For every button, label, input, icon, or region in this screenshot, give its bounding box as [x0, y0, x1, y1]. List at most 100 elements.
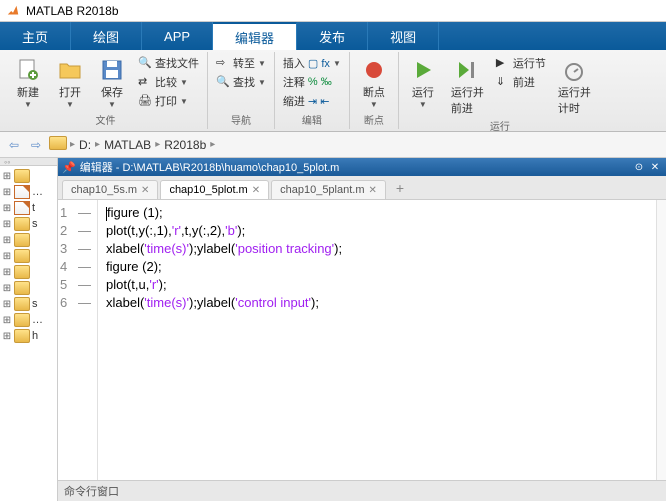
tree-node[interactable]: ⊞ [2, 232, 55, 248]
line-gutter: 1— 2— 3— 4— 5— 6— [58, 200, 98, 480]
print-button[interactable]: 🖨打印▼ [134, 92, 203, 110]
tree-node[interactable]: ⊞s [2, 296, 55, 312]
editor-panel: 📌 编辑器 - D:\MATLAB\R2018b\huamo\chap10_5p… [58, 158, 666, 501]
run-time-icon [560, 56, 588, 84]
print-icon: 🖨 [138, 94, 152, 108]
folder-icon [14, 265, 30, 279]
advance-icon: ⇓ [496, 75, 510, 89]
tree-node[interactable]: ⊞… [2, 312, 55, 328]
toolstrip: 新建▼ 打开▼ 保存▼ 🔍查找文件 ⇄比较▼ 🖨打印▼ 文件 ⇨转至▼ 🔍查找▼… [0, 50, 666, 132]
folder-icon [14, 217, 30, 231]
tree-node[interactable]: ⊞ [2, 264, 55, 280]
file-icon [14, 185, 30, 199]
tree-node[interactable]: ⊞ [2, 248, 55, 264]
folder-icon [14, 169, 30, 183]
compare-button[interactable]: ⇄比较▼ [134, 73, 203, 91]
nav-up-button[interactable] [48, 135, 68, 155]
tree-node[interactable]: ⊞ [2, 168, 55, 184]
editor-pin-icon[interactable]: 📌 [62, 161, 76, 174]
folder-open-icon [56, 56, 84, 84]
goto-icon: ⇨ [216, 56, 230, 70]
search-icon: 🔍 [216, 75, 230, 89]
new-button[interactable]: 新建▼ [8, 54, 48, 111]
group-run-label: 运行 [490, 118, 510, 133]
editor-tab[interactable]: chap10_5plot.m✕ [160, 180, 269, 199]
folder-up-icon [49, 136, 67, 153]
insert-button[interactable]: 插入 ▢ fx ▼ [279, 54, 345, 72]
window-title: MATLAB R2018b [26, 4, 119, 18]
group-navigate: ⇨转至▼ 🔍查找▼ 导航 [208, 52, 275, 129]
editor-title: 编辑器 - D:\MATLAB\R2018b\huamo\chap10_5plo… [80, 159, 340, 175]
command-window-tab[interactable]: 命令行窗口 [58, 480, 666, 501]
editor-tabbar: chap10_5s.m✕ chap10_5plot.m✕ chap10_5pla… [58, 176, 666, 200]
folder-icon [14, 329, 30, 343]
run-time-button[interactable]: 运行并 计时 [552, 54, 597, 118]
editor-dropdown-button[interactable]: ⊙ [632, 160, 646, 174]
folder-icon [14, 233, 30, 247]
editor-header: 📌 编辑器 - D:\MATLAB\R2018b\huamo\chap10_5p… [58, 158, 666, 176]
editor-tab[interactable]: chap10_5s.m✕ [62, 180, 158, 199]
folder-icon [14, 297, 30, 311]
tree-node[interactable]: ⊞h [2, 328, 55, 344]
open-button[interactable]: 打开▼ [50, 54, 90, 111]
titlebar: MATLAB R2018b [0, 0, 666, 22]
group-bp-label: 断点 [364, 112, 384, 127]
tab-publish[interactable]: 发布 [297, 22, 368, 50]
group-nav-label: 导航 [231, 112, 251, 127]
nav-forward-button[interactable]: ⇨ [26, 135, 46, 155]
find-files-icon: 🔍 [138, 56, 152, 70]
tab-editor[interactable]: 编辑器 [213, 22, 297, 50]
close-tab-icon[interactable]: ✕ [252, 185, 260, 196]
code-editor[interactable]: 1— 2— 3— 4— 5— 6— figure (1);plot(t,y(:,… [58, 200, 666, 480]
find-files-button[interactable]: 🔍查找文件 [134, 54, 203, 72]
arrow-right-icon: ⇨ [31, 138, 41, 152]
nav-back-button[interactable]: ⇦ [4, 135, 24, 155]
tab-plots[interactable]: 绘图 [71, 22, 142, 50]
menubar: 主页 绘图 APP 编辑器 发布 视图 [0, 22, 666, 50]
breadcrumb-item[interactable]: MATLAB [102, 138, 153, 152]
breadcrumb-item[interactable]: R2018b [162, 138, 208, 152]
tab-view[interactable]: 视图 [368, 22, 439, 50]
run-button[interactable]: 运行▼ [403, 54, 443, 118]
group-run: 运行▼ 运行并 前进 ▶运行节 ⇓前进 运行并 计时 运行 [399, 52, 601, 129]
current-folder-panel: ◦◦ ⊞ ⊞… ⊞t ⊞s ⊞ ⊞ ⊞ ⊞ ⊞s ⊞… ⊞h [0, 158, 58, 501]
editor-close-button[interactable]: ✕ [648, 160, 662, 174]
breadcrumb-item[interactable]: D: [77, 138, 93, 152]
tree-node[interactable]: ⊞t [2, 200, 55, 216]
editor-tab[interactable]: chap10_5plant.m✕ [271, 180, 386, 199]
compare-icon: ⇄ [138, 75, 152, 89]
tab-home[interactable]: 主页 [0, 22, 71, 50]
save-icon [98, 56, 126, 84]
save-button[interactable]: 保存▼ [92, 54, 132, 111]
panel-minimize-strip[interactable]: ◦◦ [0, 158, 57, 166]
file-icon [14, 201, 30, 215]
tree-node[interactable]: ⊞s [2, 216, 55, 232]
close-tab-icon[interactable]: ✕ [141, 185, 149, 196]
group-edit-label: 编辑 [302, 112, 322, 127]
group-file-label: 文件 [96, 112, 116, 127]
add-tab-button[interactable]: + [388, 177, 412, 199]
run-section-button[interactable]: ▶运行节 [492, 54, 550, 72]
file-tree: ⊞ ⊞… ⊞t ⊞s ⊞ ⊞ ⊞ ⊞ ⊞s ⊞… ⊞h [0, 166, 57, 346]
breakpoints-button[interactable]: 断点▼ [354, 54, 394, 111]
find-button[interactable]: 🔍查找▼ [212, 73, 270, 91]
run-advance-button[interactable]: 运行并 前进 [445, 54, 490, 118]
tab-apps[interactable]: APP [142, 22, 213, 50]
folder-icon [14, 281, 30, 295]
folder-icon [14, 313, 30, 327]
editor-overview-ruler [656, 200, 666, 480]
breadcrumb: ▸ D: ▸ MATLAB ▸ R2018b ▸ [70, 138, 215, 152]
code-content[interactable]: figure (1);plot(t,y(:,1),'r',t,y(:,2),'b… [98, 200, 656, 480]
arrow-left-icon: ⇦ [9, 138, 19, 152]
breakpoint-icon [360, 56, 388, 84]
workarea: ◦◦ ⊞ ⊞… ⊞t ⊞s ⊞ ⊞ ⊞ ⊞ ⊞s ⊞… ⊞h 📌 编辑器 - D… [0, 158, 666, 501]
comment-button[interactable]: 注释 % ‰ [279, 73, 345, 91]
play-advance-icon [453, 56, 481, 84]
advance-button[interactable]: ⇓前进 [492, 73, 550, 91]
goto-button[interactable]: ⇨转至▼ [212, 54, 270, 72]
indent-button[interactable]: 缩进 ⇥ ⇤ [279, 92, 345, 110]
tree-node[interactable]: ⊞ [2, 280, 55, 296]
close-tab-icon[interactable]: ✕ [369, 185, 377, 196]
tree-node[interactable]: ⊞… [2, 184, 55, 200]
play-icon [409, 56, 437, 84]
